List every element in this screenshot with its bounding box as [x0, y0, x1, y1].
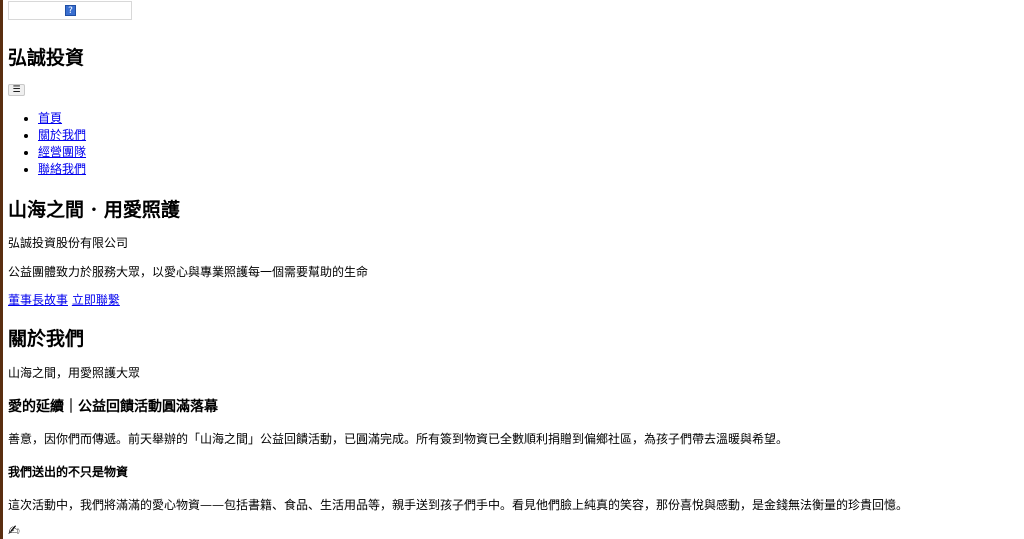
- nav-item-about: 關於我們: [38, 127, 86, 144]
- nav-link-about[interactable]: 關於我們: [38, 128, 86, 142]
- contact-now-link[interactable]: 立即聯繫: [72, 293, 120, 307]
- about-title: 關於我們: [8, 328, 85, 350]
- article-title: 愛的延續｜公益回饋活動圓滿落幕: [8, 399, 218, 415]
- about-subtitle: 山海之間，用愛照護大眾: [8, 366, 141, 380]
- company-name: 弘誠投資股份有限公司: [8, 236, 129, 250]
- left-edge-bar: [0, 0, 3, 539]
- nav-item-home: 首頁: [38, 110, 86, 127]
- article-paragraph-1: 善意，因你們而傳遞。前天舉辦的「山海之間」公益回饋活動，已圓滿完成。所有簽到物資…: [8, 432, 789, 446]
- nav-link-team[interactable]: 經營團隊: [38, 145, 86, 159]
- nav-link-home[interactable]: 首頁: [38, 111, 62, 125]
- site-title: 弘誠投資: [8, 47, 85, 69]
- writing-hand-icon: ✍: [8, 523, 20, 539]
- menu-toggle-button[interactable]: ☰: [8, 84, 25, 96]
- logo-image: ?: [8, 1, 132, 20]
- nav-item-team: 經營團隊: [38, 144, 86, 161]
- article-subheading: 我們送出的不只是物資: [8, 465, 129, 479]
- cta-row: 董事長故事 立即聯繫: [8, 291, 120, 308]
- nav-item-contact: 聯絡我們: [38, 161, 86, 178]
- chairman-story-link[interactable]: 董事長故事: [8, 293, 68, 307]
- main-nav: 首頁 關於我們 經營團隊 聯絡我們: [22, 110, 86, 178]
- hero-title: 山海之間 · 用愛照護: [8, 199, 180, 221]
- hero-tagline: 公益團體致力於服務大眾，以愛心與專業照護每一個需要幫助的生命: [8, 265, 369, 279]
- article-paragraph-2: 這次活動中，我們將滿滿的愛心物資——包括書籍、食品、生活用品等，親手送到孩子們手…: [8, 498, 909, 512]
- nav-link-contact[interactable]: 聯絡我們: [38, 162, 86, 176]
- broken-image-icon: ?: [65, 5, 76, 16]
